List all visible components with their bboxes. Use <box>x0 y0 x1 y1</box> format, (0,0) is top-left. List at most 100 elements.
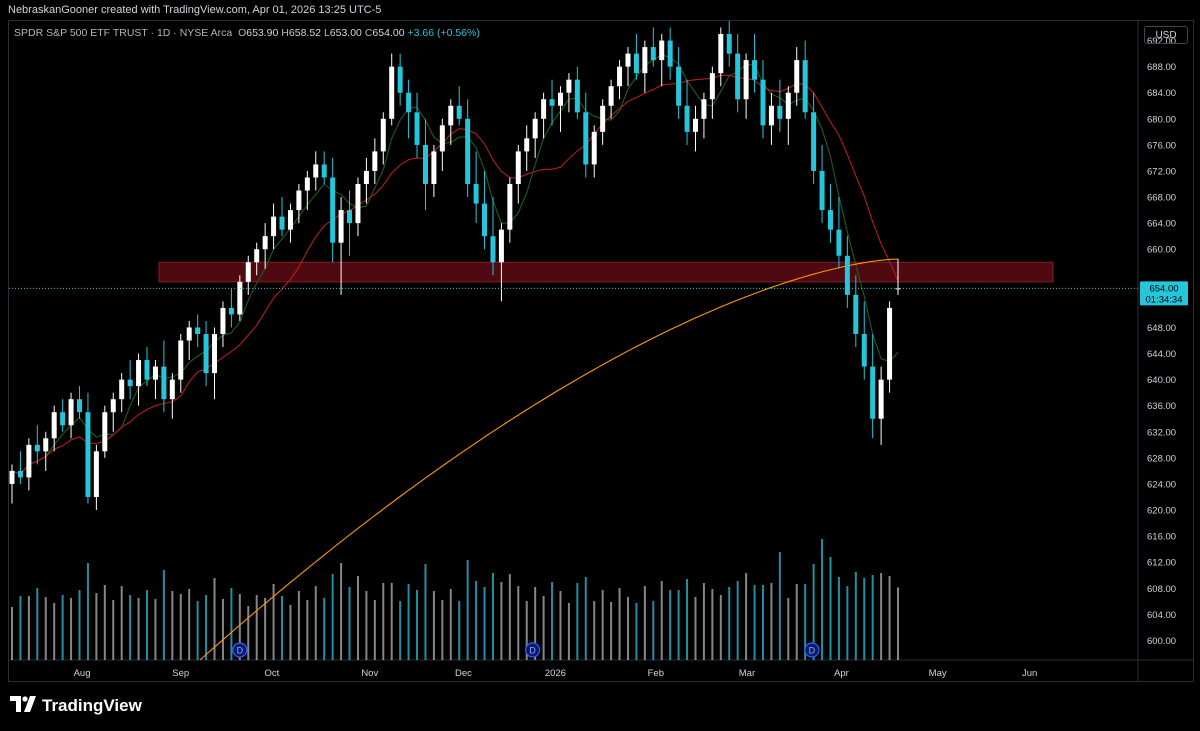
volume-bar <box>880 573 883 660</box>
price-tick-label: 620.00 <box>1147 506 1176 517</box>
price-tick-label: 600.00 <box>1147 636 1176 647</box>
candle-body <box>245 262 251 282</box>
candle-body <box>701 99 707 119</box>
price-axis: 692.00688.00684.00680.00676.00672.00668.… <box>1147 36 1176 647</box>
candle-body <box>203 333 209 374</box>
volume-bar <box>11 607 13 660</box>
volume-bar <box>897 587 899 660</box>
candle-body <box>718 34 724 74</box>
volume-bar <box>230 588 233 660</box>
volume-bar <box>458 601 461 660</box>
candle-body <box>228 307 234 315</box>
candle-body <box>355 184 361 224</box>
candle-body <box>9 470 15 484</box>
volume-bar <box>129 595 132 660</box>
volume-bar <box>162 570 165 660</box>
candle-body <box>431 151 437 185</box>
volume-bar <box>753 585 756 660</box>
volume-bar <box>424 564 427 660</box>
price-tick-label: 612.00 <box>1147 558 1176 569</box>
candle-body <box>68 399 74 426</box>
candle-body <box>819 170 825 211</box>
price-tick-label: 676.00 <box>1147 140 1176 151</box>
candle-body <box>633 53 639 74</box>
volume-bar <box>643 586 646 660</box>
candle-body <box>110 399 116 413</box>
volume-bar <box>53 603 56 660</box>
dividend-marker: D <box>804 642 820 658</box>
price-tick-label: 604.00 <box>1147 610 1176 621</box>
candle-body <box>600 105 606 132</box>
price-tick-label: 636.00 <box>1147 401 1176 412</box>
dividend-marker-label: D <box>529 646 536 656</box>
volume-bar <box>221 599 224 660</box>
volume-bar <box>103 585 106 660</box>
volume-bar <box>365 591 368 660</box>
price-tick-label: 648.00 <box>1147 323 1176 334</box>
chart-canvas[interactable]: 654.0001:34:34 692.00688.00684.00680.006… <box>0 0 1200 731</box>
candle-body <box>566 79 572 93</box>
candle-body <box>878 379 884 419</box>
candle-body <box>617 66 623 87</box>
candle-body <box>507 184 513 230</box>
last-price-countdown: 01:34:34 <box>1146 294 1183 305</box>
candle-body <box>237 281 243 315</box>
candle-body <box>870 366 876 419</box>
tradingview-brand[interactable]: TradingView <box>10 696 142 717</box>
candle-body <box>524 138 530 152</box>
volume-bar <box>745 573 748 660</box>
candle-body <box>887 307 893 380</box>
candle-body <box>473 184 479 204</box>
volume-bar <box>264 598 267 660</box>
candle-body <box>490 236 496 263</box>
candle-body <box>347 210 353 224</box>
candle-body <box>827 210 833 230</box>
candle-body <box>659 40 665 61</box>
volume-bar <box>281 596 284 660</box>
price-tick-label: 668.00 <box>1147 193 1176 204</box>
volume-bar <box>770 583 773 660</box>
time-tick-label: Mar <box>739 668 755 679</box>
volume-bar <box>61 595 64 660</box>
volume-bar <box>340 563 343 660</box>
candle-body <box>380 118 386 152</box>
volume-bar <box>795 584 798 660</box>
candle-body <box>414 112 420 145</box>
candle-body <box>372 151 378 171</box>
candle-body <box>85 412 91 497</box>
price-tick-label: 684.00 <box>1147 88 1176 99</box>
volume-bar <box>407 584 410 660</box>
candle-body <box>161 366 167 400</box>
volume-bar <box>821 539 824 660</box>
volume-bar <box>416 590 419 660</box>
candle-body <box>667 40 673 67</box>
volume-bar <box>711 589 714 660</box>
volume-bar <box>719 595 722 660</box>
candle-body <box>178 340 184 380</box>
time-tick-label: Aug <box>74 668 91 679</box>
candle-body <box>422 144 428 185</box>
currency-button[interactable]: USD <box>1144 26 1188 44</box>
chart-frame: NebraskanGooner created with TradingView… <box>0 0 1200 731</box>
legend-open: 653.90 <box>246 27 279 39</box>
candle-body <box>760 79 766 126</box>
time-tick-label: Jun <box>1022 668 1037 679</box>
candle-body <box>853 294 859 334</box>
tradingview-logo-icon <box>10 696 36 717</box>
volume-bar <box>660 581 663 660</box>
volume-bar <box>483 587 486 660</box>
time-tick-label: Sep <box>172 668 189 679</box>
time-tick-label: Oct <box>265 668 280 679</box>
time-tick-label: Nov <box>361 668 378 679</box>
volume-bar <box>95 593 98 660</box>
candle-body <box>321 164 327 178</box>
volume-bar <box>787 598 790 660</box>
volume-bar <box>373 600 376 660</box>
candle-body <box>60 412 66 426</box>
candle-body <box>684 105 690 132</box>
candle-body <box>676 66 682 106</box>
candle-body <box>313 164 319 178</box>
volume-bar <box>331 574 334 660</box>
volume-bar <box>196 601 199 660</box>
price-tick-label: 644.00 <box>1147 349 1176 360</box>
